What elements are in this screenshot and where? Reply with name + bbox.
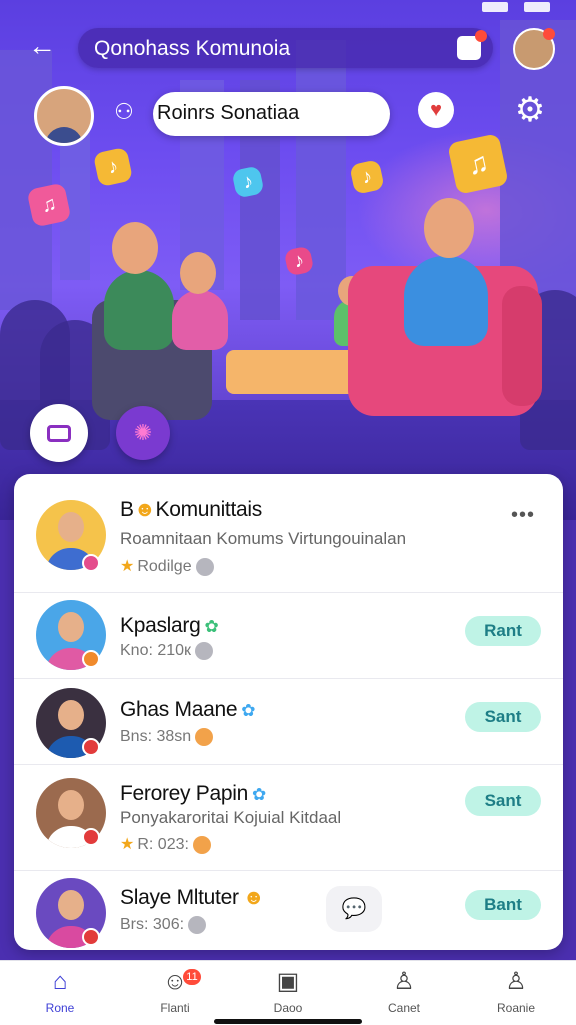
host-head [424,198,474,258]
status-badge [82,928,100,946]
emoji-icon [188,916,207,934]
lock-icon[interactable] [457,30,487,60]
item-title: Ferorey Papin ✿ [120,782,266,805]
music-note-icon: ♫ [447,133,509,195]
page-title: Qonohass Komunoia [94,37,291,60]
verified-icon: ✿ [241,701,256,720]
community-list-panel: B☻Komunittais Roamnitaan Komums Virtungo… [14,474,563,950]
emoji-icon [195,642,214,660]
nav-contacts[interactable]: ♙ Canet [364,968,444,1016]
effects-button[interactable]: ✺ [116,406,170,460]
host-figure [404,256,488,346]
join-button[interactable]: Sant [465,786,541,816]
my-avatar[interactable] [513,28,555,70]
item-title: Ghas Maane ✿ [120,698,256,721]
profile-icon: ♙ [505,968,527,995]
coffee-table [226,350,356,394]
home-icon: ⌂ [52,968,68,995]
item-title: Slaye Mltuter ☻ [120,886,265,909]
list-item[interactable]: B☻Komunittais Roamnitaan Komums Virtungo… [14,474,563,593]
bag-icon: ▣ [276,968,300,995]
status-badge [82,650,100,668]
nav-profile[interactable]: ♙ Roanie [476,968,556,1016]
host-avatar[interactable] [34,86,94,146]
screen-share-button[interactable] [30,404,88,462]
item-meta: ★ Rodilge [120,556,214,576]
nav-chat[interactable]: ☺ 11 Flanti [135,969,215,1015]
join-button[interactable]: Rant [465,616,541,646]
friends-icon[interactable]: ⚇ [104,96,144,128]
list-item[interactable]: Ghas Maane ✿ Bns: 38sn Sant [14,678,563,765]
join-button[interactable]: Sant [465,702,541,732]
bottom-navigation: ⌂ Rone ☺ 11 Flanti ▣ Daoo ♙ Canet ♙ Roan… [0,960,576,1025]
building [296,40,346,320]
avatar-face [58,700,84,730]
status-badge [82,738,100,756]
item-meta: Bns: 38sn [120,728,214,746]
avatar-face [58,790,84,820]
list-item[interactable]: Slaye Mltuter ☻ Brs: 306: Bant [14,870,563,950]
nav-label: Daoo [273,1001,303,1015]
status-badge [82,554,100,572]
verified-icon: ✿ [204,617,219,636]
join-button[interactable]: Bant [465,890,541,920]
nav-label: Rone [45,1001,75,1015]
list-item[interactable]: Kpaslarg ✿ Kno: 210к Rant [14,592,563,679]
person-outline-icon: ♙ [393,968,415,995]
list-item[interactable]: Ferorey Papin ✿ Ponyakaroritai Kojuial Ki… [14,764,563,871]
notification-badge: 11 [183,969,201,985]
music-note-icon: ♪ [92,146,134,188]
notification-dot [475,30,487,42]
avatar-face [58,890,84,920]
reaction-icon[interactable]: ♥ [418,92,454,128]
notification-dot [543,28,555,40]
emoji-icon: ☻ [133,498,156,521]
star-icon: ★ [120,558,135,575]
emoji-icon: ☻ [242,886,265,909]
nav-label: Flanti [160,1001,190,1015]
community-title-bar[interactable]: Qonohass Komunoia [78,28,493,68]
avatar-face [58,612,84,642]
signal-icon [482,2,508,12]
guest-figure [172,290,228,350]
item-title: Kpaslarg ✿ [120,614,219,637]
building [0,50,52,310]
emoji-icon [195,557,214,576]
star-icon: ★ [120,836,135,853]
item-subtitle: Ponyakaroritai Kojuial Kitdaal [120,808,342,827]
chat-bubble-icon: 💬 [341,898,367,920]
verified-icon: ✿ [252,785,266,804]
nav-home[interactable]: ⌂ Rone [20,968,100,1016]
item-meta: Kno: 210к [120,642,214,660]
guest-head [112,222,158,274]
nav-label: Canet [387,1001,421,1015]
item-title: B☻Komunittais [120,498,262,521]
status-bar [482,0,550,14]
emoji-icon [195,728,214,746]
avatar-face [58,512,84,542]
item-subtitle: Roamnitaan Komums Virtungouinalan [120,529,407,548]
guest-figure [104,270,174,350]
back-arrow-icon[interactable]: ← [26,30,58,62]
status-badge [82,828,100,846]
host-name-pill[interactable]: Roinrs Sonatiaa [153,92,390,136]
item-meta: ★ R: 023: [120,834,211,854]
guest-head [180,252,216,294]
nav-shop[interactable]: ▣ Daoo [248,968,328,1016]
more-options-icon[interactable]: ••• [511,504,535,527]
emoji-icon [192,835,211,854]
battery-icon [524,2,550,12]
host-name: Roinrs Sonatiaa [157,102,300,124]
nav-label: Roanie [496,1001,536,1015]
screen-icon [47,425,71,442]
item-meta: Brs: 306: [120,916,207,934]
gear-icon[interactable]: ⚙ [512,92,548,128]
chat-bubble-button[interactable]: 💬 [326,886,382,932]
home-indicator [214,1019,362,1024]
